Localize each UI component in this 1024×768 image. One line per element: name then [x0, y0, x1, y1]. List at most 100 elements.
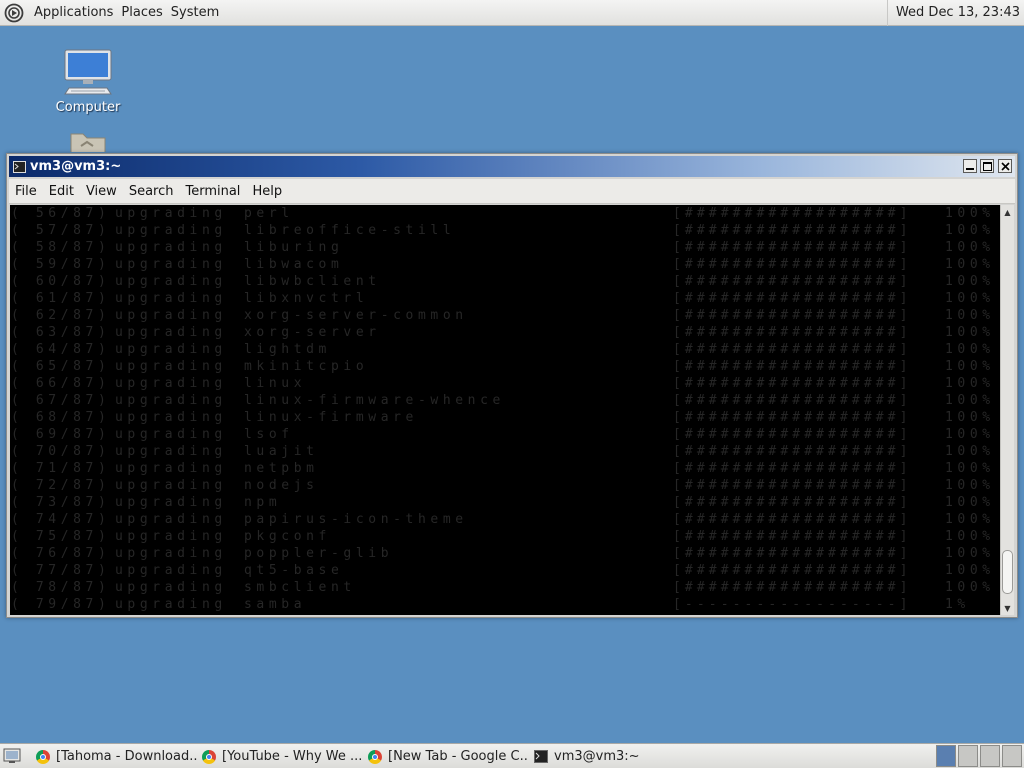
line-action: upgrading: [115, 206, 227, 221]
line-number: ( 67/87): [11, 393, 111, 408]
distro-logo-icon[interactable]: [4, 3, 24, 23]
terminal-line: ( 76/87) upgrading poppler-glib [##########…: [11, 545, 1000, 562]
line-progress-bar: [##################]: [673, 359, 912, 374]
line-percent: 100%: [945, 223, 995, 238]
line-package: netpbm: [244, 461, 319, 476]
terminal-output[interactable]: ( 56/87) upgrading perl [##################…: [10, 205, 1000, 615]
scrollbar-thumb[interactable]: [1002, 550, 1013, 594]
line-percent: 100%: [945, 529, 995, 544]
task-youtube[interactable]: [YouTube - Why We ...: [198, 746, 363, 767]
line-progress-bar: [##################]: [673, 342, 912, 357]
maximize-button[interactable]: [980, 159, 994, 173]
line-progress-bar: [##################]: [673, 376, 912, 391]
terminal-line: ( 71/87) upgrading netpbm [################…: [11, 460, 1000, 477]
window-titlebar[interactable]: vm3@vm3:~: [9, 156, 1015, 177]
show-desktop-icon[interactable]: [3, 748, 21, 764]
line-progress-bar: [##################]: [673, 325, 912, 340]
menu-file[interactable]: File: [9, 184, 43, 199]
clock[interactable]: Wed Dec 13, 23:43: [886, 0, 1020, 26]
terminal-line: ( 65/87) upgrading mkinitcpio [############…: [11, 358, 1000, 375]
close-button[interactable]: [998, 159, 1012, 173]
scroll-up-icon[interactable]: ▲: [1001, 205, 1014, 219]
top-panel: Applications Places System Wed Dec 13, 2…: [0, 0, 1024, 26]
line-percent: 100%: [945, 308, 995, 323]
line-number: ( 74/87): [11, 512, 111, 527]
line-percent: 100%: [945, 512, 995, 527]
terminal-line: ( 57/87) upgrading libreoffice-still [#####…: [11, 222, 1000, 239]
line-number: ( 71/87): [11, 461, 111, 476]
terminal-line: ( 78/87) upgrading smbclient [#############…: [11, 579, 1000, 596]
line-action: upgrading: [115, 597, 227, 612]
line-package: luajit: [244, 444, 319, 459]
chrome-icon: [202, 749, 216, 764]
workspace-1[interactable]: [936, 745, 956, 767]
places-menu[interactable]: Places: [117, 5, 166, 20]
workspace-4[interactable]: [1002, 745, 1022, 767]
menu-search[interactable]: Search: [123, 184, 180, 199]
line-package: linux-firmware: [244, 410, 418, 425]
line-percent: 100%: [945, 461, 995, 476]
line-percent: 100%: [945, 240, 995, 255]
line-package: libwbclient: [244, 274, 381, 289]
task-new-tab[interactable]: [New Tab - Google C...: [364, 746, 529, 767]
menu-edit[interactable]: Edit: [43, 184, 80, 199]
applications-menu[interactable]: Applications: [30, 5, 117, 20]
line-percent: 100%: [945, 393, 995, 408]
line-progress-bar: [##################]: [673, 257, 912, 272]
line-number: ( 56/87): [11, 206, 111, 221]
task-terminal[interactable]: vm3@vm3:~: [530, 746, 695, 767]
line-number: ( 76/87): [11, 546, 111, 561]
line-number: ( 57/87): [11, 223, 111, 238]
line-percent: 100%: [945, 274, 995, 289]
line-number: ( 68/87): [11, 410, 111, 425]
line-package: lsof: [244, 427, 294, 442]
line-package: poppler-glib: [244, 546, 394, 561]
line-number: ( 65/87): [11, 359, 111, 374]
line-package: lightdm: [244, 342, 331, 357]
line-percent: 100%: [945, 410, 995, 425]
line-number: ( 64/87): [11, 342, 111, 357]
line-percent: 100%: [945, 325, 995, 340]
line-package: qt5-base: [244, 563, 344, 578]
minimize-button[interactable]: [963, 159, 977, 173]
terminal-scrollbar[interactable]: ▲ ▼: [1000, 205, 1014, 615]
line-package: linux-firmware-whence: [244, 393, 505, 408]
line-action: upgrading: [115, 308, 227, 323]
line-number: ( 69/87): [11, 427, 111, 442]
line-number: ( 75/87): [11, 529, 111, 544]
line-package: mkinitcpio: [244, 359, 369, 374]
scroll-down-icon[interactable]: ▼: [1001, 601, 1014, 615]
line-percent: 1%: [945, 597, 970, 612]
desktop-icon-folder[interactable]: [48, 128, 128, 152]
line-progress-bar: [##################]: [673, 580, 912, 595]
system-menu[interactable]: System: [167, 5, 223, 20]
line-percent: 100%: [945, 495, 995, 510]
desktop-icon-computer[interactable]: Computer: [48, 48, 128, 115]
workspace-2[interactable]: [958, 745, 978, 767]
terminal-line: ( 68/87) upgrading linux-firmware [########…: [11, 409, 1000, 426]
line-package: liburing: [244, 240, 344, 255]
line-progress-bar: [##################]: [673, 393, 912, 408]
terminal-line: ( 77/87) upgrading qt5-base [##############…: [11, 562, 1000, 579]
line-progress-bar: [##################]: [673, 478, 912, 493]
line-package: xorg-server-common: [244, 308, 468, 323]
terminal-line: ( 75/87) upgrading pkgconf [###############…: [11, 528, 1000, 545]
chrome-icon: [36, 749, 50, 764]
line-progress-bar: [##################]: [673, 240, 912, 255]
line-percent: 100%: [945, 376, 995, 391]
terminal-window[interactable]: vm3@vm3:~ File Edit View Search Terminal…: [6, 153, 1018, 618]
line-package: xorg-server: [244, 325, 381, 340]
task-label: [Tahoma - Download...: [56, 749, 197, 764]
line-action: upgrading: [115, 325, 227, 340]
line-package: nodejs: [244, 478, 319, 493]
line-action: upgrading: [115, 563, 227, 578]
line-number: ( 73/87): [11, 495, 111, 510]
menu-view[interactable]: View: [80, 184, 123, 199]
line-package: npm: [244, 495, 282, 510]
line-progress-bar: [##################]: [673, 206, 912, 221]
menu-terminal[interactable]: Terminal: [179, 184, 246, 199]
workspace-3[interactable]: [980, 745, 1000, 767]
line-action: upgrading: [115, 461, 227, 476]
task-tahoma[interactable]: [Tahoma - Download...: [32, 746, 197, 767]
menu-help[interactable]: Help: [246, 184, 288, 199]
